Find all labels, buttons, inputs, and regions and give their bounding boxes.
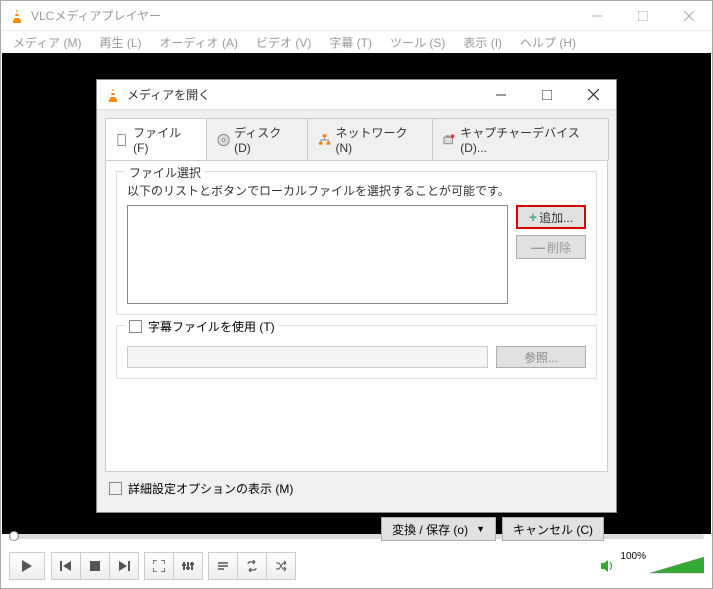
- maximize-button[interactable]: [620, 1, 666, 31]
- main-title: VLCメディアプレイヤー: [31, 7, 574, 24]
- menu-playback[interactable]: 再生 (L): [91, 32, 149, 53]
- tab-file[interactable]: ファイル (F): [105, 118, 207, 160]
- dropdown-arrow-icon: ▼: [476, 524, 485, 534]
- file-selection-legend: ファイル選択: [125, 164, 205, 181]
- browse-button[interactable]: 参照...: [496, 346, 586, 368]
- file-selection-desc: 以下のリストとボタンでローカルファイルを選択することが可能です。: [127, 182, 586, 199]
- file-selection-fieldset: ファイル選択 以下のリストとボタンでローカルファイルを選択することが可能です。 …: [116, 171, 597, 315]
- open-media-dialog: メディアを開く ファイル (F) ディスク (D) ネットワーク (N) キャプ…: [96, 79, 617, 513]
- dialog-minimize-button[interactable]: [478, 80, 524, 110]
- close-button[interactable]: [666, 1, 712, 31]
- menu-media[interactable]: メディア (M): [5, 32, 89, 53]
- random-button[interactable]: [266, 552, 296, 580]
- volume-slider[interactable]: [650, 557, 704, 575]
- convert-save-button[interactable]: 変換 / 保存 (o) ▼: [381, 517, 496, 541]
- seek-thumb[interactable]: [9, 531, 19, 541]
- dialog-maximize-button[interactable]: [524, 80, 570, 110]
- playlist-button[interactable]: [208, 552, 238, 580]
- add-button[interactable]: + 追加...: [516, 205, 586, 229]
- menubar: メディア (M) 再生 (L) オーディオ (A) ビデオ (V) 字幕 (T)…: [1, 31, 712, 53]
- file-list[interactable]: [127, 205, 508, 304]
- tabs: ファイル (F) ディスク (D) ネットワーク (N) キャプチャーデバイス(…: [105, 118, 608, 160]
- next-button[interactable]: [109, 552, 139, 580]
- dialog-close-button[interactable]: [570, 80, 616, 110]
- advanced-label: 詳細設定オプションの表示 (M): [128, 480, 293, 497]
- stop-button[interactable]: [80, 552, 110, 580]
- subtitle-checkbox-label: 字幕ファイルを使用 (T): [148, 318, 275, 335]
- network-icon: [318, 133, 331, 147]
- volume-value: 100%: [620, 551, 646, 562]
- play-button[interactable]: [9, 552, 45, 580]
- volume-area: 100%: [600, 557, 704, 575]
- menu-tools[interactable]: ツール (S): [382, 32, 453, 53]
- main-titlebar: VLCメディアプレイヤー: [1, 1, 712, 31]
- menu-view[interactable]: 表示 (I): [455, 32, 510, 53]
- fullscreen-button[interactable]: [144, 552, 174, 580]
- capture-icon: [443, 133, 456, 147]
- subtitle-fieldset: 字幕ファイルを使用 (T) 参照...: [116, 325, 597, 379]
- minimize-button[interactable]: [574, 1, 620, 31]
- vlc-logo-icon: [105, 87, 121, 103]
- tab-disc[interactable]: ディスク (D): [206, 118, 308, 160]
- cancel-button[interactable]: キャンセル (C): [502, 517, 604, 541]
- tab-content: ファイル選択 以下のリストとボタンでローカルファイルを選択することが可能です。 …: [105, 160, 608, 472]
- dialog-title: メディアを開く: [127, 86, 478, 103]
- menu-help[interactable]: ヘルプ (H): [512, 32, 584, 53]
- main-window-controls: [574, 1, 712, 31]
- remove-button[interactable]: — 削除: [516, 235, 586, 259]
- menu-subtitle[interactable]: 字幕 (T): [321, 32, 380, 53]
- playback-controls: 100%: [9, 550, 704, 582]
- prev-button[interactable]: [51, 552, 81, 580]
- menu-video[interactable]: ビデオ (V): [248, 32, 319, 53]
- minus-icon: —: [531, 239, 545, 255]
- plus-icon: +: [529, 209, 537, 225]
- disc-icon: [217, 133, 230, 147]
- subtitle-checkbox[interactable]: [129, 320, 142, 333]
- speaker-icon[interactable]: [600, 558, 616, 574]
- dialog-bottom-row: 詳細設定オプションの表示 (M) 変換 / 保存 (o) ▼ キャンセル (C): [109, 480, 604, 541]
- dialog-titlebar: メディアを開く: [97, 80, 616, 110]
- tab-capture[interactable]: キャプチャーデバイス(D)...: [432, 118, 609, 160]
- subtitle-path-input: [127, 346, 488, 368]
- loop-button[interactable]: [237, 552, 267, 580]
- file-icon: [116, 133, 129, 147]
- vlc-logo-icon: [9, 8, 25, 24]
- advanced-checkbox[interactable]: [109, 482, 122, 495]
- ext-settings-button[interactable]: [173, 552, 203, 580]
- tab-network[interactable]: ネットワーク (N): [307, 118, 433, 160]
- menu-audio[interactable]: オーディオ (A): [152, 32, 247, 53]
